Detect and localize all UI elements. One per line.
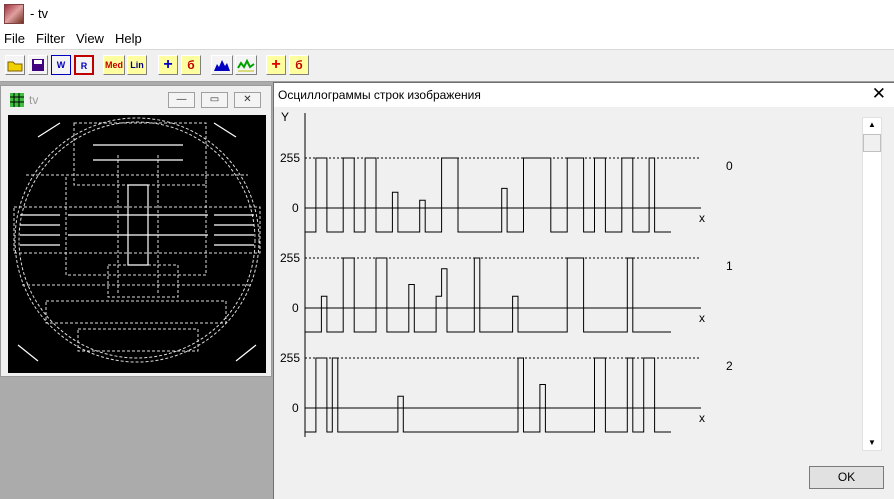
oscillogram-dialog: Осциллограммы строк изображения ✕ Y 255 0… <box>273 82 894 499</box>
dialog-close-icon[interactable]: ✕ <box>872 85 886 103</box>
minimize-button[interactable]: — <box>168 92 195 108</box>
tick-label-0: 0 <box>292 301 299 315</box>
series-label: 1 <box>726 259 733 273</box>
w-button[interactable]: W <box>51 55 71 75</box>
plus-blue-icon: + <box>163 56 173 73</box>
med-button[interactable]: Med <box>103 55 125 75</box>
restore-icon: ▭ <box>209 94 220 105</box>
menu-view[interactable]: View <box>76 31 104 46</box>
plus-red-icon: + <box>271 56 281 73</box>
toolbar: W R Med Lin + б + б <box>0 49 894 82</box>
lin-button[interactable]: Lin <box>127 55 147 75</box>
sigma-button[interactable]: б <box>181 55 201 75</box>
scroll-up-icon[interactable]: ▲ <box>863 118 881 132</box>
oscillogram-plot: Y 255 0 x 0 255 0 x 1 255 0 x 2 <box>278 107 860 453</box>
scroll-thumb[interactable] <box>863 134 881 152</box>
tick-label-0: 0 <box>292 401 299 415</box>
close-button[interactable]: ✕ <box>234 92 261 108</box>
x-axis-label: x <box>699 311 705 325</box>
ok-button[interactable]: OK <box>809 466 884 489</box>
level-lines: 255 0 x 0 255 0 x 1 255 0 x 2 <box>280 151 733 425</box>
save-button[interactable] <box>28 55 48 75</box>
traces <box>305 157 671 433</box>
grid-icon <box>10 93 24 107</box>
scroll-down-icon[interactable]: ▼ <box>863 436 881 450</box>
sigma-red-button[interactable]: б <box>289 55 309 75</box>
trace-row-0 <box>305 157 671 233</box>
menu-bar: File Filter View Help <box>0 28 894 49</box>
trace-row-2 <box>305 357 671 433</box>
minimize-icon: — <box>176 94 187 105</box>
x-axis-label: x <box>699 211 705 225</box>
sigma-icon: б <box>187 58 195 72</box>
add-red-button[interactable]: + <box>266 55 286 75</box>
app-icon[interactable] <box>4 4 24 24</box>
restore-button[interactable]: ▭ <box>201 92 228 108</box>
dialog-title: Осциллограммы строк изображения <box>278 88 481 102</box>
save-icon <box>32 59 44 71</box>
y-axis-label: Y <box>281 110 289 124</box>
tick-label-0: 0 <box>292 201 299 215</box>
image-window-title: tv <box>29 93 39 107</box>
sigma-red-icon: б <box>295 58 303 72</box>
lin-icon: Lin <box>130 60 144 70</box>
series-label: 0 <box>726 159 733 173</box>
r-button[interactable]: R <box>74 55 94 75</box>
close-icon: ✕ <box>243 94 252 105</box>
menu-filter[interactable]: Filter <box>36 31 65 46</box>
edge-filtered-image <box>8 115 266 373</box>
menu-help[interactable]: Help <box>115 31 142 46</box>
app-title: - tv <box>30 6 49 21</box>
w-icon: W <box>56 60 66 70</box>
x-axis-label: x <box>699 411 705 425</box>
histogram-blue-icon <box>214 60 230 71</box>
vertical-scrollbar[interactable]: ▲ ▼ <box>862 117 882 451</box>
series-label: 2 <box>726 359 733 373</box>
tick-label-255: 255 <box>280 251 300 265</box>
tick-label-255: 255 <box>280 351 300 365</box>
tick-label-255: 255 <box>280 151 300 165</box>
menu-file[interactable]: File <box>4 31 25 46</box>
r-icon: R <box>80 61 88 71</box>
histogram-green-icon <box>237 58 255 72</box>
app-title-bar: - tv <box>0 0 894 28</box>
open-icon <box>7 61 23 72</box>
histogram-green-button[interactable] <box>235 55 257 75</box>
trace-row-1 <box>305 257 671 333</box>
ok-label: OK <box>837 470 856 484</box>
image-window-title-bar: tv — ▭ ✕ <box>1 86 271 112</box>
med-icon: Med <box>105 60 123 70</box>
open-button[interactable] <box>5 55 25 75</box>
image-window: tv — ▭ ✕ <box>0 85 272 377</box>
histogram-blue-button[interactable] <box>211 55 233 75</box>
dialog-title-bar: Осциллограммы строк изображения ✕ <box>274 83 894 107</box>
add-blue-button[interactable]: + <box>158 55 178 75</box>
